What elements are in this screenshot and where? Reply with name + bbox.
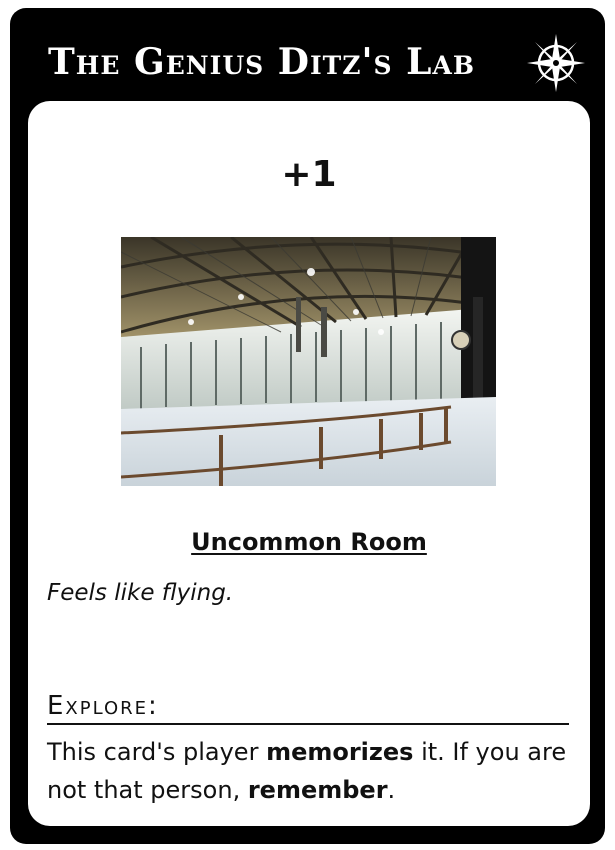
explore-heading: Explore: — [47, 689, 569, 725]
card-panel: +1 Uncommon Room Feels like flying. Expl… — [28, 101, 590, 826]
flavor-text: Feels like flying. — [47, 580, 234, 606]
explore-ability-text: This card's player memorizes it. If you … — [47, 733, 572, 809]
cost-value: +1 — [281, 154, 337, 195]
card-frame: The Genius Ditz's Lab +1 Uncommon Room F… — [10, 8, 605, 844]
card-title: The Genius Ditz's Lab — [48, 41, 475, 83]
room-type-label: Uncommon Room — [191, 528, 427, 556]
ability-keyword-remember: remember — [247, 776, 388, 804]
ability-text-segment: This card's player — [47, 738, 267, 766]
ability-text-segment: . — [387, 776, 396, 804]
room-image — [121, 237, 496, 486]
ability-keyword-memorizes: memorizes — [266, 738, 414, 766]
compass-star-icon — [527, 34, 585, 92]
